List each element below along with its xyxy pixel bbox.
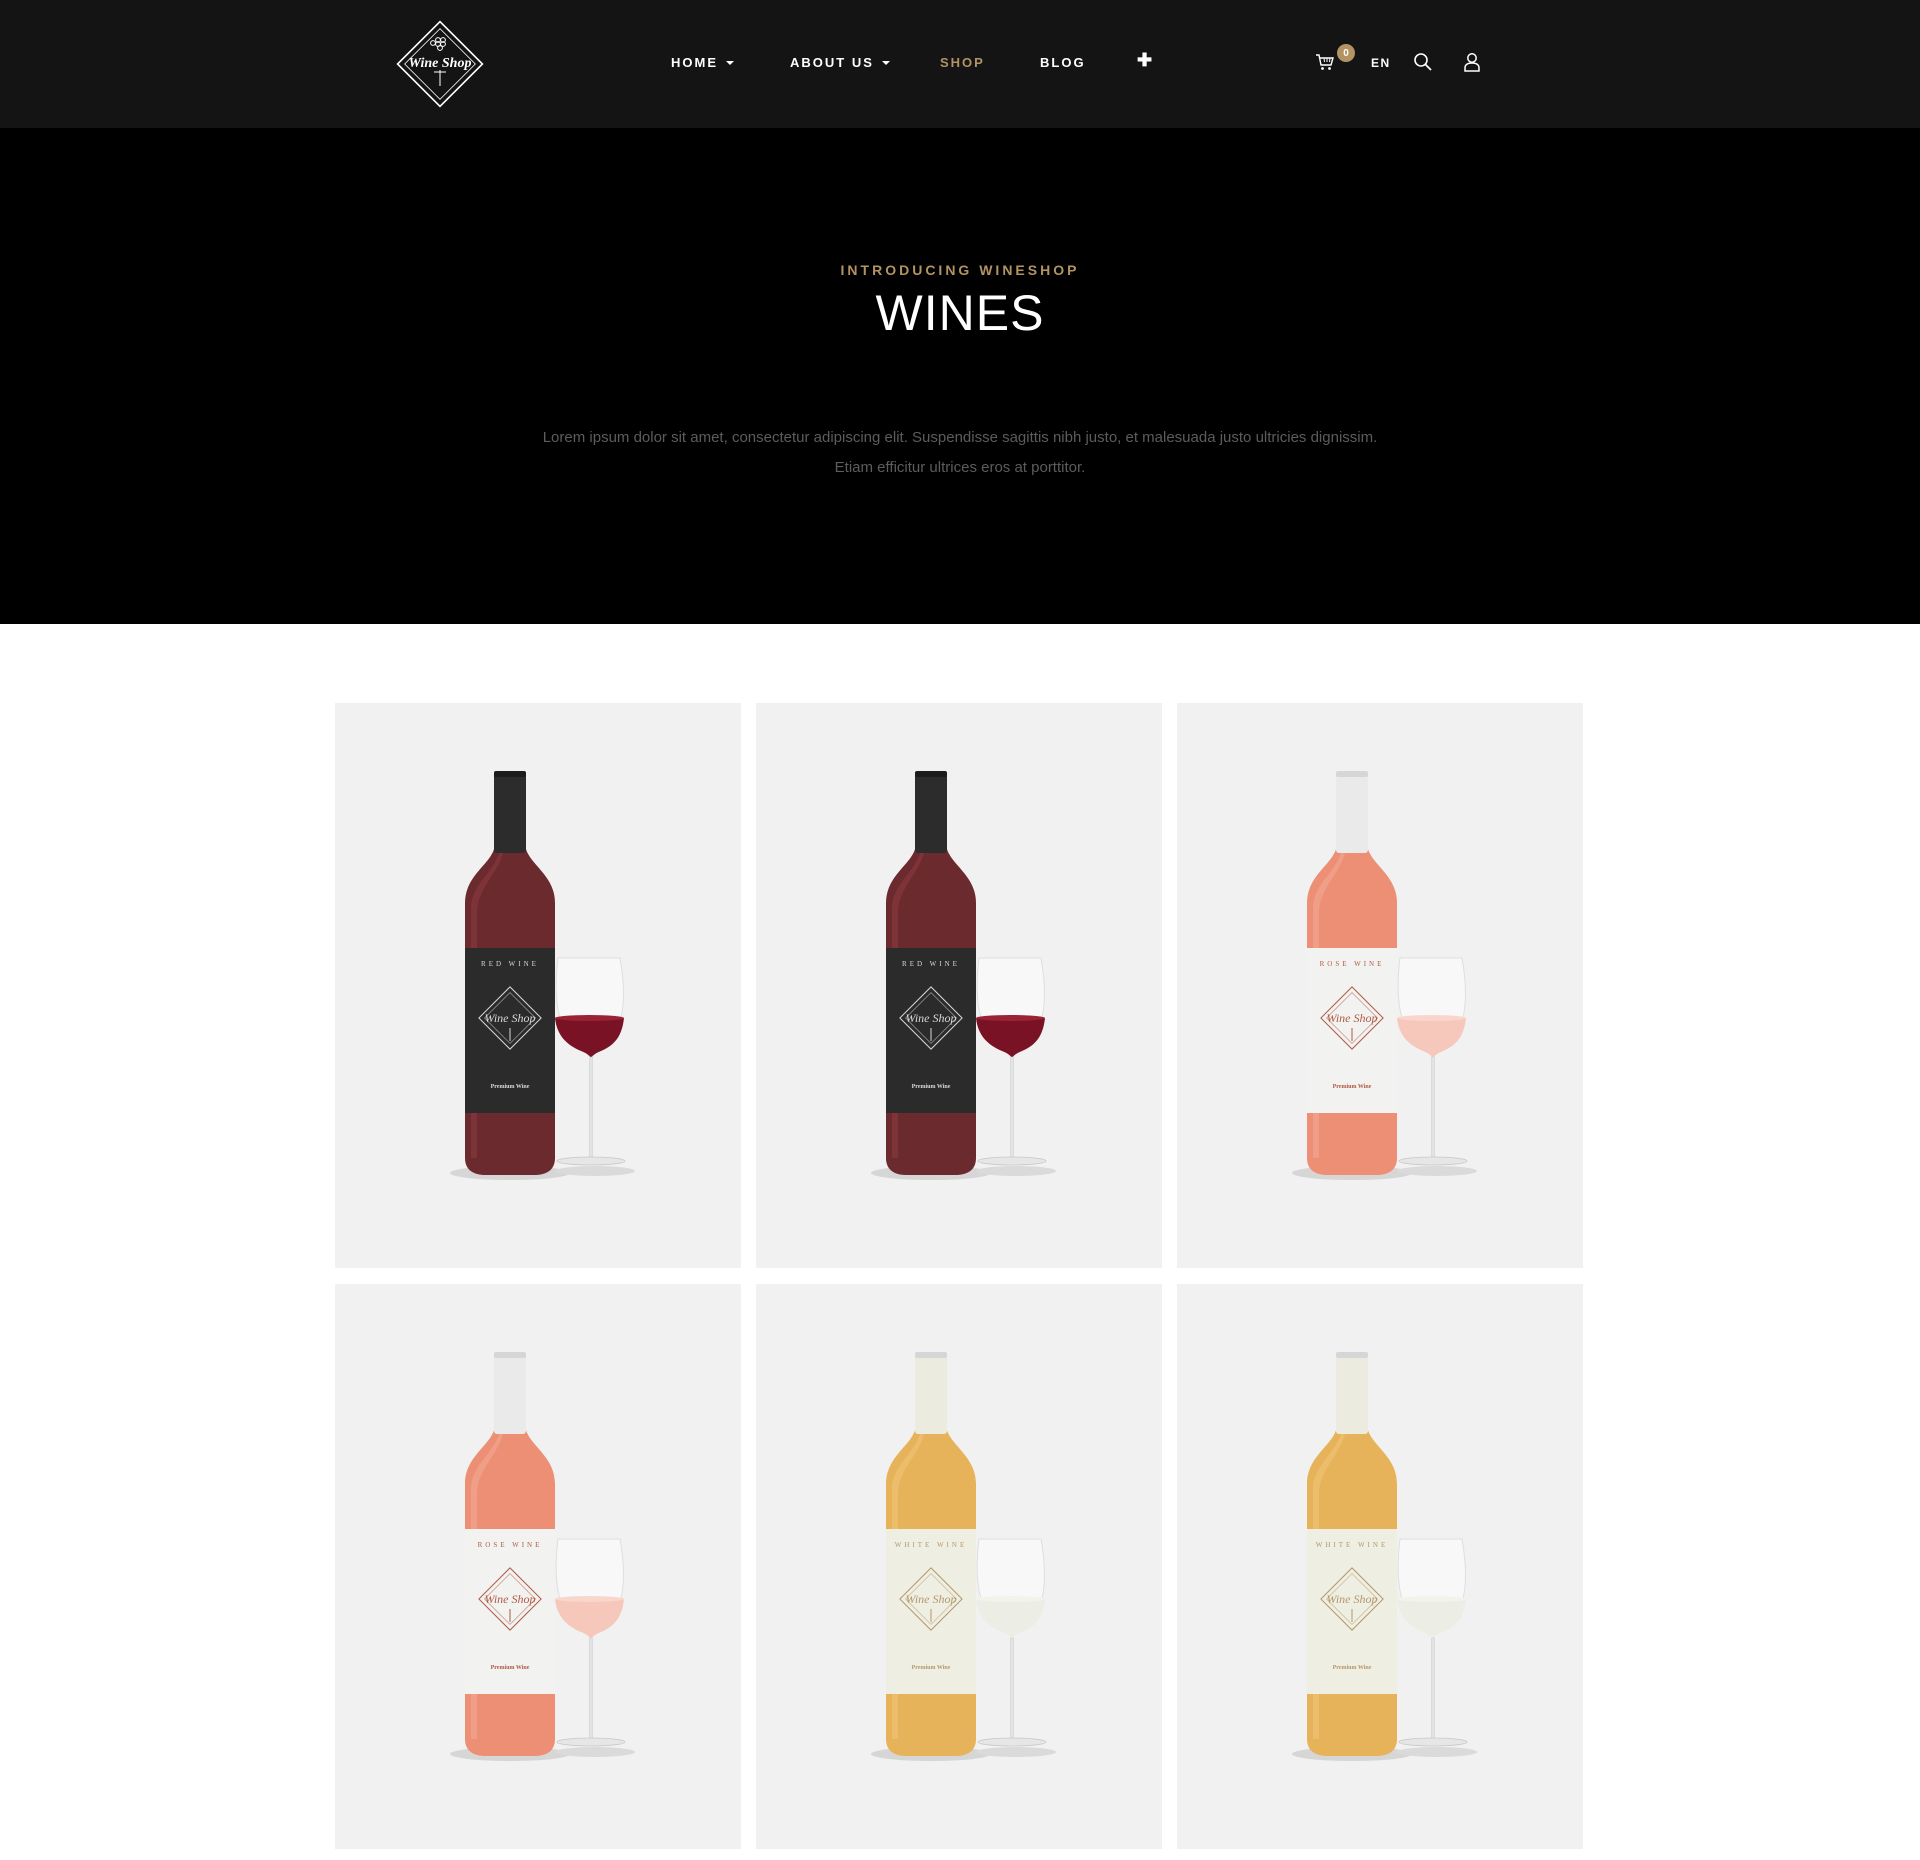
cart-count-badge: 0 xyxy=(1337,44,1355,62)
product-card[interactable]: RED WINE Wine Shop Premium Wine xyxy=(335,703,741,1268)
chevron-down-icon xyxy=(726,61,734,65)
wine-bottle-image: WHITE WINE Wine Shop Premium Wine xyxy=(1292,1352,1477,1761)
svg-text:Wine Shop: Wine Shop xyxy=(906,1011,957,1025)
search-icon xyxy=(1414,53,1432,71)
product-card[interactable]: ROSE WINE Wine Shop Premium Wine xyxy=(1177,703,1583,1268)
hero-eyebrow: INTRODUCING WINESHOP xyxy=(840,262,1080,278)
search-button[interactable] xyxy=(1413,52,1433,77)
hero-description: Lorem ipsum dolor sit amet, consectetur … xyxy=(542,429,1378,476)
svg-text:Wine Shop: Wine Shop xyxy=(1327,1592,1378,1606)
nav-item-label: ABOUT US xyxy=(790,55,874,70)
svg-text:ROSE WINE: ROSE WINE xyxy=(1320,960,1385,968)
nav-item-label: HOME xyxy=(671,55,718,70)
page-title: WINES xyxy=(875,285,1045,341)
svg-text:Premium Wine: Premium Wine xyxy=(912,1665,951,1671)
nav-item-home[interactable]: HOME xyxy=(671,55,734,70)
product-grid: RED WINE Wine Shop Premium Wine RED WINE… xyxy=(335,703,1585,1849)
svg-text:Wine Shop: Wine Shop xyxy=(1327,1011,1378,1025)
svg-text:Premium Wine: Premium Wine xyxy=(1333,1665,1372,1671)
product-card[interactable]: WHITE WINE Wine Shop Premium Wine xyxy=(756,1284,1162,1849)
plus-icon[interactable]: ✚ xyxy=(1137,50,1152,71)
wine-bottle-image: ROSE WINE Wine Shop Premium Wine xyxy=(1292,771,1477,1180)
main-nav: HOME ABOUT US SHOP BLOG ✚ xyxy=(0,0,1920,128)
nav-item-shop[interactable]: SHOP xyxy=(940,55,985,70)
svg-text:Premium Wine: Premium Wine xyxy=(491,1665,530,1671)
svg-text:Wine Shop: Wine Shop xyxy=(906,1592,957,1606)
user-icon xyxy=(1464,53,1480,72)
top-header: Wine Shop HOME ABOUT US SHOP BLOG ✚ 0 EN xyxy=(0,0,1920,128)
account-button[interactable] xyxy=(1463,52,1481,77)
svg-text:ROSE WINE: ROSE WINE xyxy=(478,1541,543,1549)
wine-bottle-image: RED WINE Wine Shop Premium Wine xyxy=(450,771,635,1180)
svg-text:Premium Wine: Premium Wine xyxy=(912,1084,951,1090)
nav-item-blog[interactable]: BLOG xyxy=(1040,55,1086,70)
svg-text:RED WINE: RED WINE xyxy=(902,960,960,968)
wine-bottle-image: WHITE WINE Wine Shop Premium Wine xyxy=(871,1352,1056,1761)
cart-icon xyxy=(1316,54,1334,70)
product-card[interactable]: ROSE WINE Wine Shop Premium Wine xyxy=(335,1284,741,1849)
language-selector[interactable]: EN xyxy=(1371,56,1391,70)
wine-bottle-image: RED WINE Wine Shop Premium Wine xyxy=(871,771,1056,1180)
product-card[interactable]: RED WINE Wine Shop Premium Wine xyxy=(756,703,1162,1268)
svg-text:WHITE WINE: WHITE WINE xyxy=(895,1541,967,1549)
wine-bottle-image: ROSE WINE Wine Shop Premium Wine xyxy=(450,1352,635,1761)
product-card[interactable]: WHITE WINE Wine Shop Premium Wine xyxy=(1177,1284,1583,1849)
cart-button[interactable]: 0 xyxy=(1313,44,1355,76)
chevron-down-icon xyxy=(881,61,890,65)
svg-text:Premium Wine: Premium Wine xyxy=(1333,1084,1372,1090)
hero-section: INTRODUCING WINESHOP WINES Lorem ipsum d… xyxy=(0,128,1920,624)
nav-item-label: SHOP xyxy=(940,55,985,70)
svg-text:Wine Shop: Wine Shop xyxy=(485,1011,536,1025)
nav-item-about-us[interactable]: ABOUT US xyxy=(790,55,890,70)
nav-item-label: BLOG xyxy=(1040,55,1086,70)
svg-text:RED WINE: RED WINE xyxy=(481,960,539,968)
svg-text:Wine Shop: Wine Shop xyxy=(485,1592,536,1606)
svg-text:WHITE WINE: WHITE WINE xyxy=(1316,1541,1388,1549)
svg-text:Premium Wine: Premium Wine xyxy=(491,1084,530,1090)
